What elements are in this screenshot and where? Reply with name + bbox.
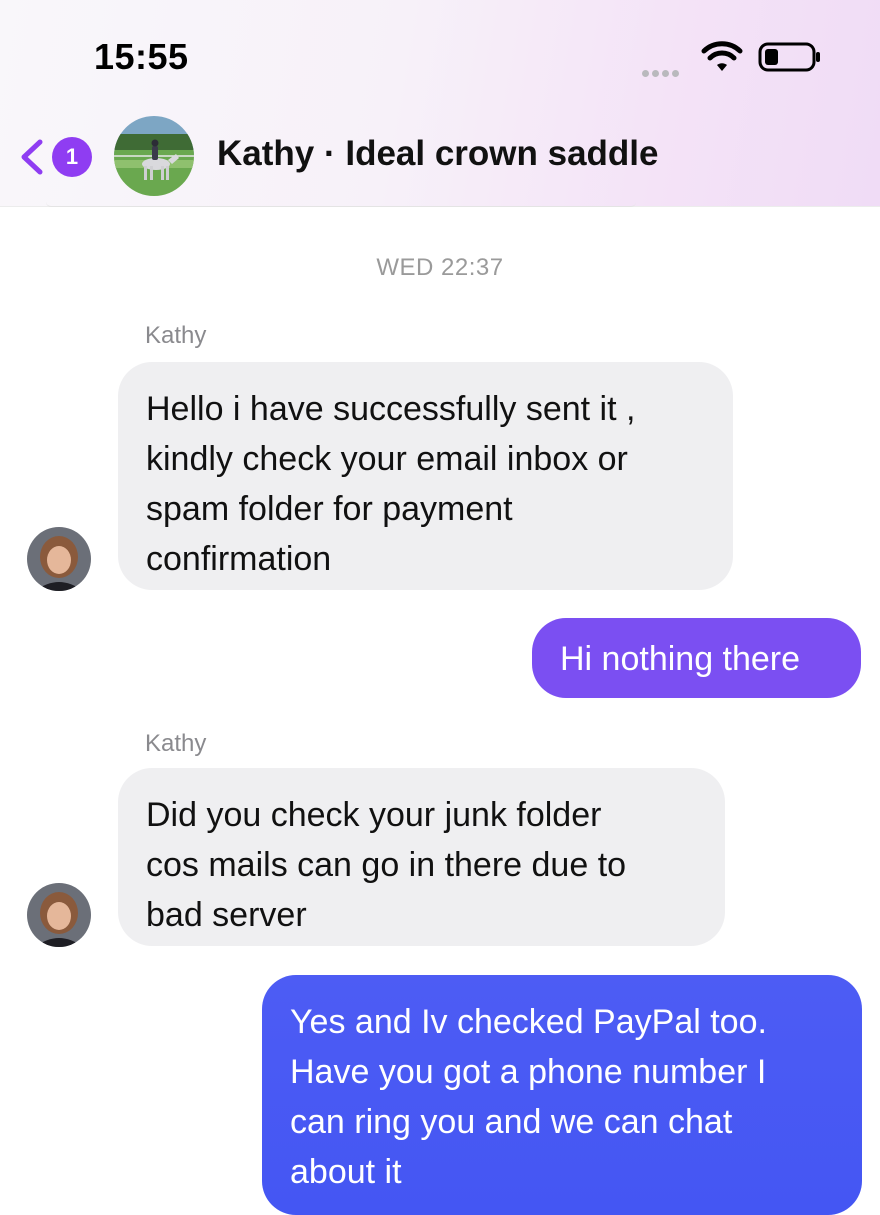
wifi-icon [701,41,743,71]
message-line: kindly check your email inbox or [146,440,628,478]
sender-photo [27,527,91,591]
sender-photo [27,883,91,947]
message-line: confirmation [146,540,332,578]
sender-name: Kathy [145,322,207,349]
chevron-left-icon [21,139,43,175]
message-bubble-incoming[interactable]: Did you check your junk folder cos mails… [118,768,725,946]
sender-name: Kathy [145,730,207,757]
chat-header: 15:55 1 Kathy · Ideal crown saddle [0,0,880,207]
message-line: spam folder for payment [146,490,513,528]
horse-rider-image [114,116,194,196]
sender-avatar[interactable] [27,883,91,947]
message-line: can ring you and we can chat [290,1103,733,1141]
status-time: 15:55 [94,36,189,77]
sender-avatar[interactable] [27,527,91,591]
chat-title[interactable]: Kathy · Ideal crown saddle [217,134,659,174]
message-line: Have you got a phone number I [290,1053,767,1091]
back-button[interactable]: 1 [18,134,94,180]
message-line: Hello i have successfully sent it , [146,390,636,428]
message-line: bad server [146,896,307,934]
message-line: Yes and Iv checked PayPal too. [290,1003,767,1041]
message-line: Did you check your junk folder [146,796,602,834]
signal-dots-icon [642,64,682,82]
message-line: cos mails can go in there due to [146,846,627,884]
message-bubble-outgoing[interactable]: Hi nothing there [532,618,861,698]
chat-avatar[interactable] [114,116,194,196]
battery-icon [758,42,820,72]
message-bubble-outgoing[interactable]: Yes and Iv checked PayPal too. Have you … [262,975,862,1215]
scroll-edge [46,202,636,207]
conversation-timestamp: WED 22:37 [376,254,504,281]
message-line: Hi nothing there [560,640,801,678]
message-bubble-incoming[interactable]: Hello i have successfully sent it , kind… [118,362,733,590]
message-line: about it [290,1153,402,1191]
unread-count-badge: 1 [52,137,92,177]
